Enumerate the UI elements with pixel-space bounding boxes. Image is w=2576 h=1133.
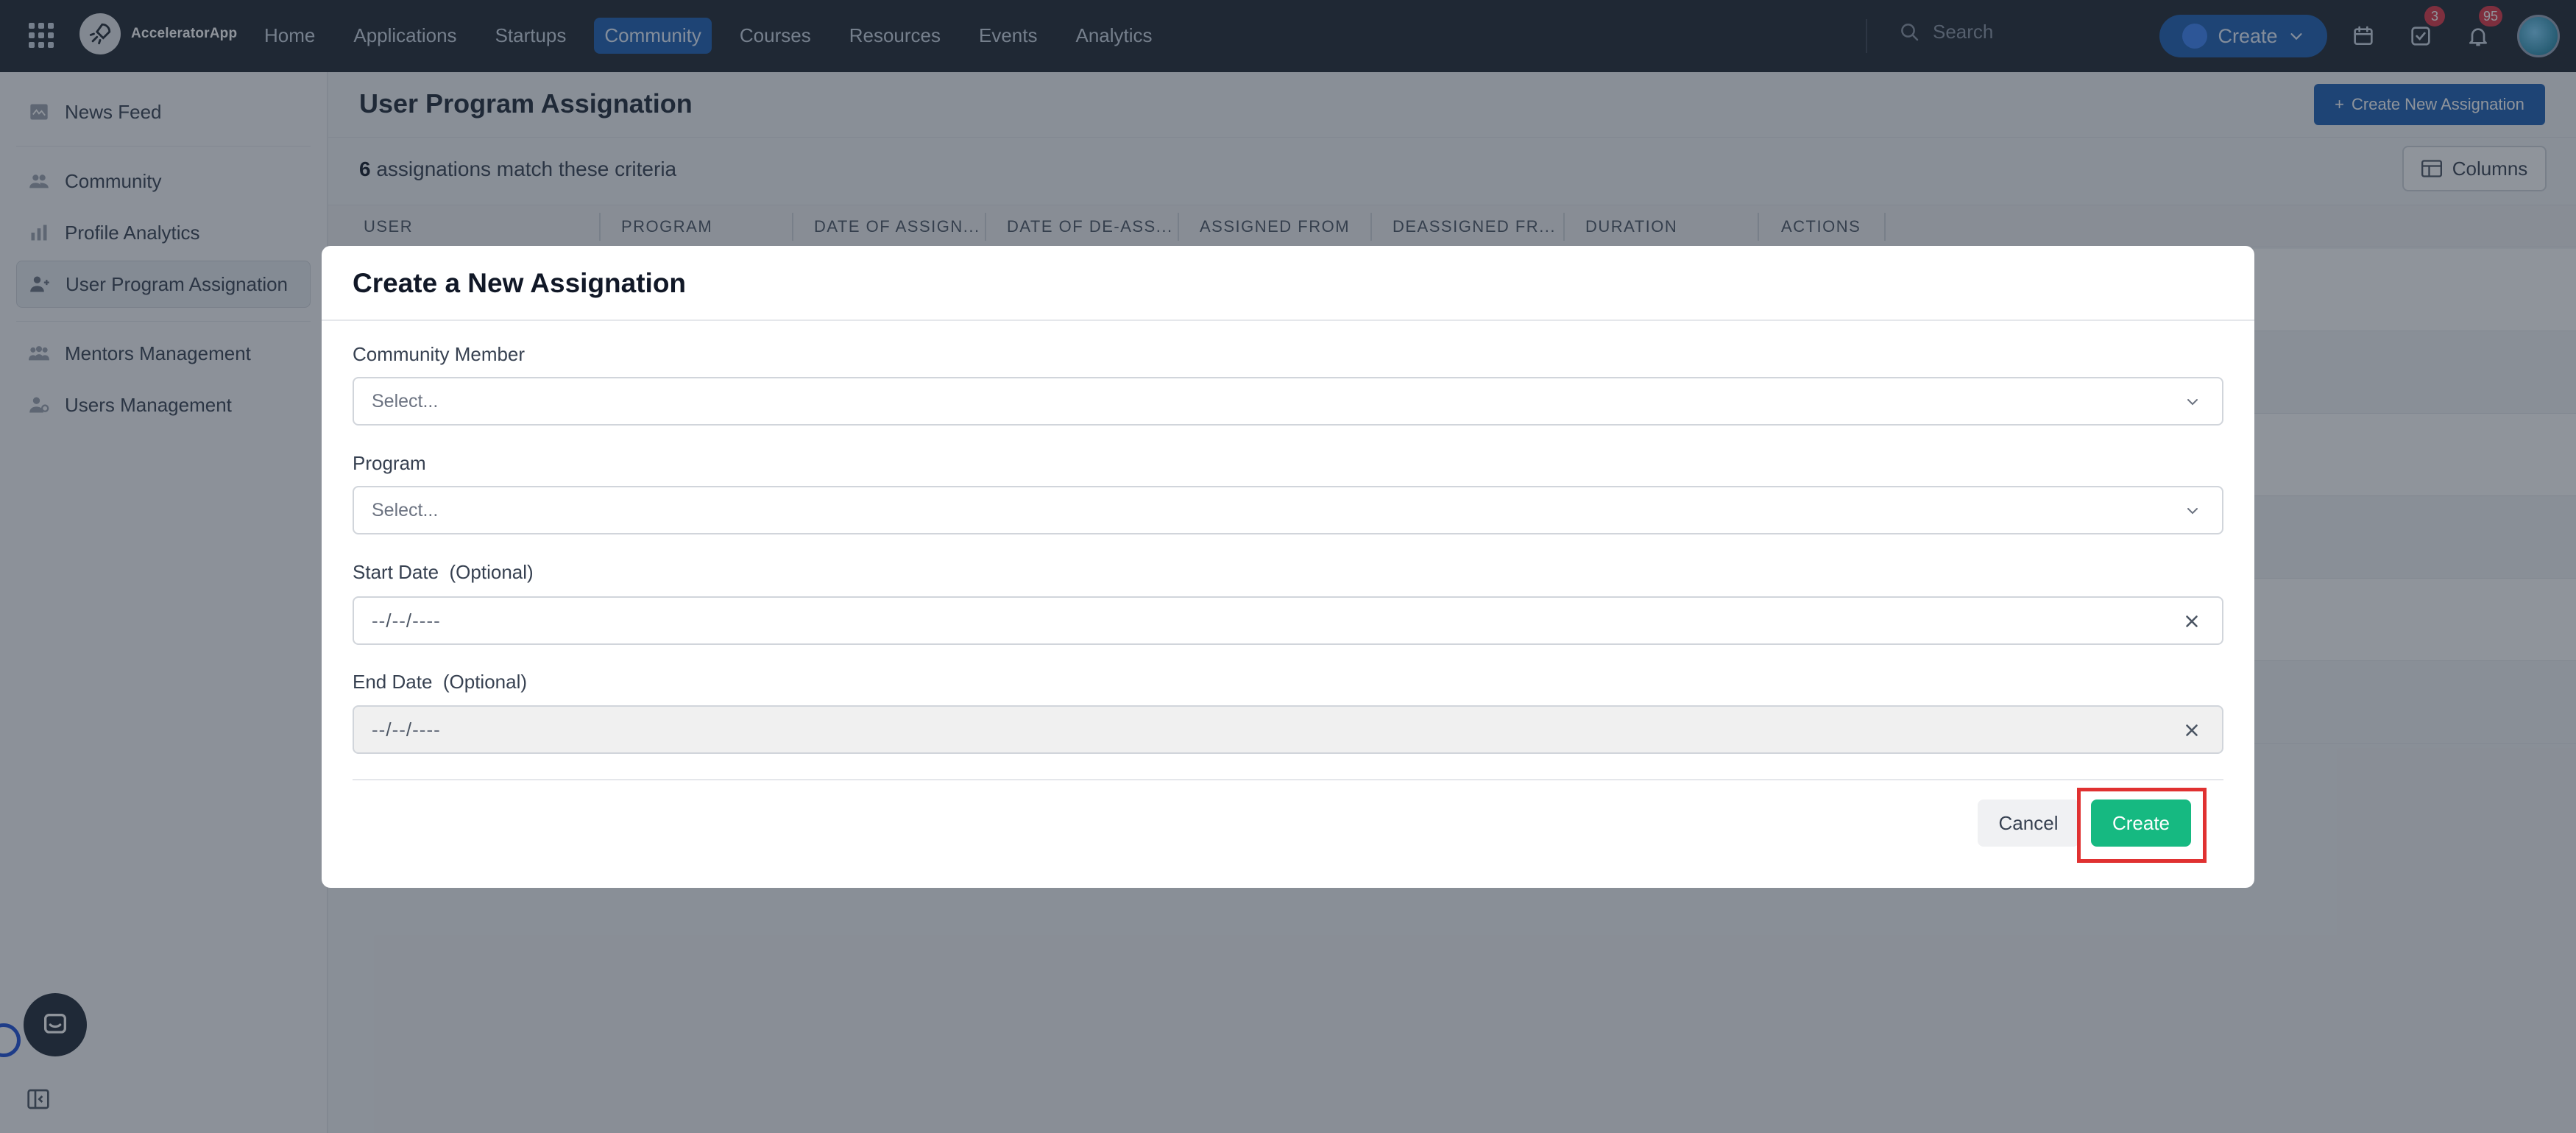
community-member-placeholder: Select... [372,390,439,412]
start-date-placeholder: --/--/---- [372,609,441,632]
cancel-button[interactable]: Cancel [1978,800,2079,847]
program-placeholder: Select... [372,499,439,520]
modal-title: Create a New Assignation [353,268,687,298]
end-date-label-text: End Date [353,671,433,693]
create-assignation-modal: Create a New Assignation Community Membe… [322,246,2254,888]
highlight-box [2077,788,2207,863]
program-select[interactable]: Select... [353,486,2223,534]
start-date-label: Start Date (Optional) [353,561,534,584]
end-date-placeholder: --/--/---- [372,718,441,741]
community-member-select[interactable]: Select... [353,377,2223,426]
clear-date-icon[interactable] [2182,612,2201,631]
start-date-label-text: Start Date [353,561,439,583]
chevron-down-icon [2187,399,2198,406]
clear-date-icon[interactable] [2182,721,2201,740]
community-member-label: Community Member [353,343,526,365]
modal-footer-divider [353,779,2223,780]
program-label: Program [353,452,426,474]
end-date-label: End Date (Optional) [353,671,527,693]
chevron-down-icon [2187,508,2198,515]
end-date-optional: (Optional) [442,671,528,693]
start-date-optional: (Optional) [449,561,534,583]
start-date-input[interactable]: --/--/---- [353,596,2223,645]
end-date-input[interactable]: --/--/---- [353,705,2223,754]
modal-header-divider [322,320,2254,321]
